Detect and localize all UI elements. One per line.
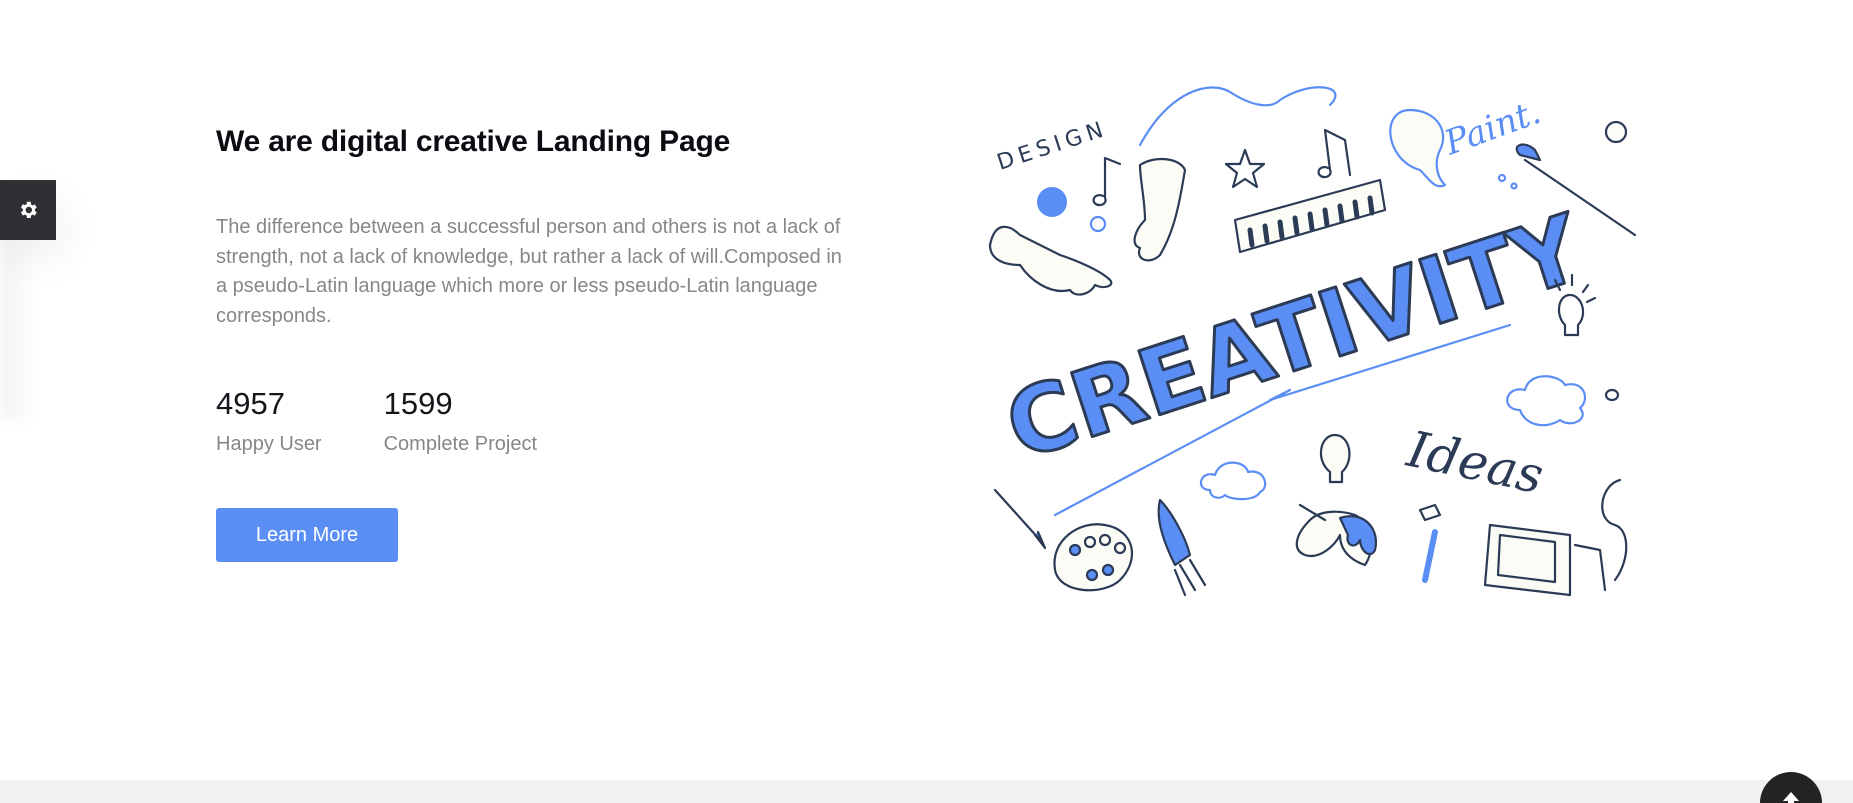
small-bubble — [1604, 120, 1628, 144]
star — [1224, 148, 1266, 189]
settings-toggle-button[interactable] — [0, 180, 56, 240]
stat-value: 1599 — [383, 386, 453, 421]
piano-keyboard — [1233, 178, 1387, 254]
stat-complete-project: 1599 Complete Project — [384, 388, 537, 456]
stat-label: Happy User — [216, 433, 322, 455]
drawing-tablet — [1483, 523, 1607, 597]
footer-strip — [0, 780, 1853, 803]
learn-more-button[interactable]: Learn More — [216, 508, 398, 562]
paint-palette — [1053, 523, 1134, 592]
stat-happy-user: 4957 Happy User — [216, 388, 322, 456]
ring-dot — [1089, 215, 1107, 233]
hand-left — [988, 225, 1113, 296]
hero-text-column: We are digital creative Landing Page The… — [216, 122, 856, 562]
creativity-illustration: DESIGN Paint. CREATIVITY Ideas — [988, 86, 1637, 597]
blue-dot — [1037, 187, 1067, 217]
unicorn — [1295, 503, 1378, 567]
scroll-to-top-button[interactable] — [1760, 772, 1822, 803]
hand-top — [1133, 157, 1187, 262]
stat-value: 4957 — [216, 386, 285, 421]
music-note-2 — [1317, 128, 1352, 179]
lightbulb-middle — [1319, 433, 1351, 484]
rocket — [1157, 498, 1207, 597]
arrow-up-icon — [1783, 792, 1799, 803]
hero-title: We are digital creative Landing Page — [216, 125, 731, 158]
pencil-left — [993, 488, 1047, 550]
paint-speech-bubble — [1389, 108, 1447, 188]
cable-line — [1601, 478, 1628, 582]
eraser — [1418, 503, 1442, 522]
gear-icon — [20, 201, 37, 218]
design-word: DESIGN — [994, 116, 1111, 175]
stats-row: 4957 Happy User 1599 Complete Project — [216, 388, 856, 456]
music-note — [1092, 156, 1122, 207]
cloud-right — [1506, 375, 1587, 427]
cloud-left — [1199, 461, 1267, 501]
page: We are digital creative Landing Page The… — [0, 0, 1853, 803]
pencil-blue — [1422, 529, 1438, 583]
swirl-line — [1138, 86, 1337, 147]
ideas-word: Ideas — [1402, 420, 1549, 505]
stat-label: Complete Project — [383, 433, 538, 455]
hero-description: The difference between a successful pers… — [216, 216, 842, 327]
